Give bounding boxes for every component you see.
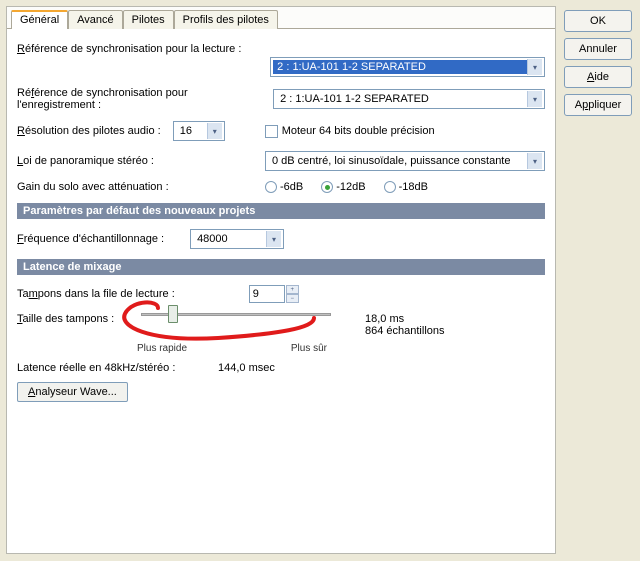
radio-minus6-label: -6dB [280, 181, 303, 193]
slider-faster-label: Plus rapide [137, 343, 187, 354]
tab-advanced[interactable]: Avancé [68, 10, 123, 29]
record-sync-value: 2 : 1:UA-101 1-2 SEPARATED [276, 92, 527, 106]
playback-sync-value: 2 : 1:UA-101 1-2 SEPARATED [273, 60, 527, 74]
tab-driver-profiles[interactable]: Profils des pilotes [174, 10, 278, 29]
radio-minus18-label: -18dB [399, 181, 428, 193]
radio-minus18[interactable]: -18dB [384, 181, 428, 193]
real-latency-value: 144,0 msec [218, 362, 275, 374]
real-latency-label: Latence réelle en 48kHz/stéréo : [17, 362, 212, 374]
engine-64bit-label: Moteur 64 bits double précision [282, 125, 435, 137]
dropdown-icon: ▾ [266, 231, 281, 247]
cancel-button[interactable]: Annuler [564, 38, 632, 60]
content-area: Référence de synchronisation pour la lec… [7, 29, 555, 410]
help-button[interactable]: Aide [564, 66, 632, 88]
record-sync-label: Référence de synchronisation pour l'enre… [17, 87, 267, 111]
dropdown-icon: ▾ [527, 59, 542, 75]
solo-gain-label: Gain du solo avec atténuation : [17, 181, 169, 193]
tab-drivers[interactable]: Pilotes [123, 10, 174, 29]
dropdown-icon: ▾ [527, 91, 542, 107]
side-buttons: OK Annuler Aide Appliquer [564, 10, 632, 116]
buffer-size-label: Taille des tampons : [17, 313, 135, 325]
playback-sync-select[interactable]: 2 : 1:UA-101 1-2 SEPARATED ▾ [270, 57, 545, 77]
pan-law-label: Loi de panoramique stéréo : [17, 155, 154, 167]
driver-resolution-select[interactable]: 16 ▾ [173, 121, 225, 141]
spinner-up-icon[interactable]: + [286, 285, 299, 294]
radio-minus6[interactable]: -6dB [265, 181, 303, 193]
tab-driver-profiles-label: Profils des pilotes [183, 14, 269, 26]
tab-advanced-label: Avancé [77, 14, 114, 26]
pan-law-select[interactable]: 0 dB centré, loi sinusoïdale, puissance … [265, 151, 545, 171]
buffers-input[interactable] [249, 285, 285, 303]
section-latency: Latence de mixage [17, 259, 545, 275]
sample-rate-value: 48000 [193, 232, 266, 246]
wave-profiler-button[interactable]: Analyseur Wave... [17, 382, 128, 402]
radio-dot-icon [384, 181, 396, 193]
sample-rate-label: Fréquence d'échantillonnage : [17, 233, 164, 245]
section-defaults: Paramètres par défaut des nouveaux proje… [17, 203, 545, 219]
tab-drivers-label: Pilotes [132, 14, 165, 26]
apply-label: Appliquer [575, 99, 622, 111]
playback-sync-label: Référence de synchronisation pour la lec… [17, 43, 241, 55]
main-panel: Général Avancé Pilotes Profils des pilot… [6, 6, 556, 554]
radio-dot-icon [265, 181, 277, 193]
slider-thumb[interactable] [168, 305, 178, 323]
latency-samples: 864 échantillons [365, 325, 445, 337]
record-sync-select[interactable]: 2 : 1:UA-101 1-2 SEPARATED ▾ [273, 89, 545, 109]
slider-safer-label: Plus sûr [291, 343, 327, 354]
latency-ms: 18,0 ms [365, 313, 445, 325]
tabs-bar: Général Avancé Pilotes Profils des pilot… [7, 7, 555, 29]
driver-resolution-label: Résolution des pilotes audio : [17, 125, 161, 137]
pan-law-value: 0 dB centré, loi sinusoïdale, puissance … [268, 154, 527, 168]
driver-resolution-value: 16 [176, 124, 207, 138]
engine-64bit-checkbox[interactable] [265, 125, 278, 138]
cancel-label: Annuler [579, 43, 617, 55]
tab-general-label: Général [20, 14, 59, 26]
ok-label: OK [590, 15, 606, 27]
radio-dot-icon [321, 181, 333, 193]
buffers-label: Tampons dans la file de lecture : [17, 288, 175, 300]
spinner-down-icon[interactable]: − [286, 294, 299, 303]
dropdown-icon: ▾ [207, 123, 222, 139]
dropdown-icon: ▾ [527, 153, 542, 169]
radio-minus12-label: -12dB [336, 181, 365, 193]
sample-rate-select[interactable]: 48000 ▾ [190, 229, 284, 249]
buffers-spinner[interactable]: + − [286, 285, 299, 303]
buffer-size-slider[interactable] [141, 313, 331, 316]
ok-button[interactable]: OK [564, 10, 632, 32]
apply-button[interactable]: Appliquer [564, 94, 632, 116]
radio-minus12[interactable]: -12dB [321, 181, 365, 193]
tab-general[interactable]: Général [11, 10, 68, 29]
